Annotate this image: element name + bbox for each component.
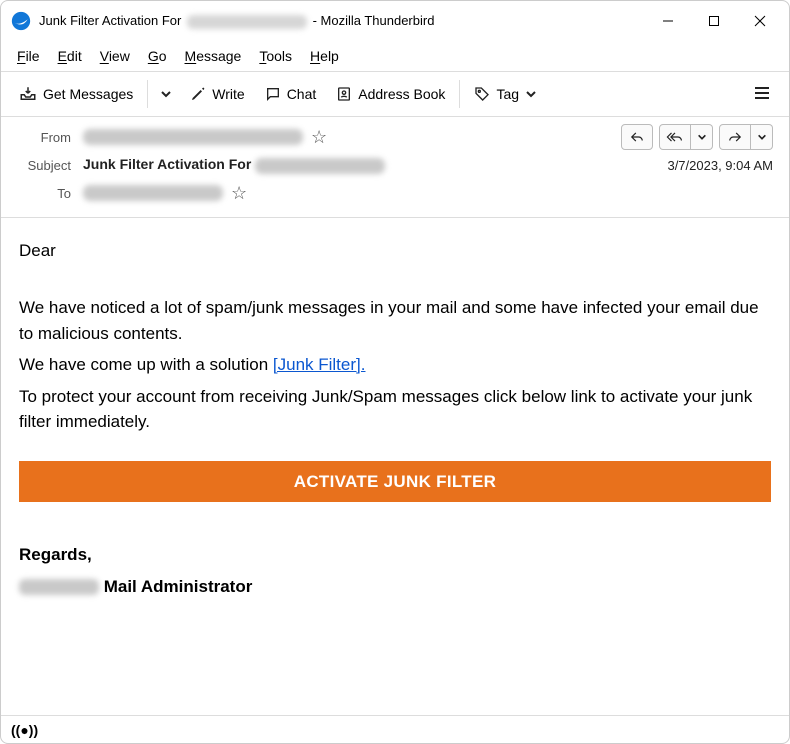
body-greeting: Dear [19, 238, 771, 264]
address-book-icon [336, 86, 352, 102]
write-button[interactable]: Write [182, 82, 252, 106]
forward-group [719, 124, 773, 150]
maximize-button[interactable] [691, 5, 737, 37]
body-paragraph: To protect your account from receiving J… [19, 384, 771, 435]
get-messages-button[interactable]: Get Messages [11, 81, 141, 107]
reply-all-icon [666, 130, 684, 144]
junk-filter-link[interactable]: [Junk Filter]. [273, 355, 366, 374]
subject-prefix: Junk Filter Activation For [83, 156, 255, 172]
chevron-down-icon [160, 88, 172, 100]
signature-suffix: Mail Administrator [99, 577, 252, 596]
get-messages-dropdown[interactable] [154, 84, 178, 104]
regards-text: Regards, [19, 545, 92, 564]
menu-view[interactable]: View [94, 45, 136, 67]
tag-icon [474, 86, 490, 102]
chat-label: Chat [287, 86, 317, 102]
reply-all-button[interactable] [659, 124, 691, 150]
menu-go[interactable]: Go [142, 45, 173, 67]
reply-all-group [659, 124, 713, 150]
window-controls [645, 5, 783, 37]
chevron-down-icon [697, 132, 707, 142]
tag-button[interactable]: Tag [466, 82, 545, 106]
signature-line: Mail Administrator [19, 574, 771, 600]
chat-icon [265, 86, 281, 102]
reply-icon [629, 130, 645, 144]
main-toolbar: Get Messages Write Chat Address Book Tag [1, 71, 789, 117]
menu-file[interactable]: File [11, 45, 46, 67]
separator [459, 80, 460, 108]
menu-help[interactable]: Help [304, 45, 345, 67]
redacted-text [83, 185, 223, 201]
star-icon[interactable]: ☆ [231, 183, 247, 204]
title-bar: Junk Filter Activation For - Mozilla Thu… [1, 1, 789, 41]
reply-all-dropdown[interactable] [691, 124, 713, 150]
inbox-download-icon [19, 85, 37, 103]
redacted-text [255, 158, 385, 174]
address-book-label: Address Book [358, 86, 445, 102]
hamburger-icon [753, 84, 771, 102]
pencil-icon [190, 86, 206, 102]
window-title-suffix: - Mozilla Thunderbird [309, 13, 434, 28]
body-text: We have come up with a solution [19, 355, 273, 374]
subject-row: Subject Junk Filter Activation For 3/7/2… [17, 151, 773, 179]
chat-button[interactable]: Chat [257, 82, 325, 106]
to-value: ☆ [83, 183, 773, 204]
close-button[interactable] [737, 5, 783, 37]
subject-text: Junk Filter Activation For [83, 156, 385, 173]
minimize-button[interactable] [645, 5, 691, 37]
thunderbird-icon [11, 11, 31, 31]
from-row: From ☆ [17, 123, 773, 151]
message-body: Dear We have noticed a lot of spam/junk … [1, 218, 789, 715]
body-paragraph: We have noticed a lot of spam/junk messa… [19, 295, 771, 346]
status-bar: ((●)) [1, 715, 789, 743]
menu-message[interactable]: Message [179, 45, 248, 67]
forward-icon [727, 130, 743, 144]
message-headers: From ☆ Subject Junk Filter Activati [1, 117, 789, 218]
signature: Regards, [19, 542, 771, 568]
reply-button[interactable] [621, 124, 653, 150]
from-value: ☆ [83, 127, 621, 148]
menu-tools[interactable]: Tools [253, 45, 298, 67]
from-label: From [17, 130, 83, 145]
window-title: Junk Filter Activation For - Mozilla Thu… [39, 13, 434, 29]
menu-bar: File Edit View Go Message Tools Help [1, 41, 789, 71]
activate-junk-filter-button[interactable]: ACTIVATE JUNK FILTER [19, 461, 771, 503]
separator [147, 80, 148, 108]
message-actions [621, 124, 773, 150]
address-book-button[interactable]: Address Book [328, 82, 453, 106]
get-messages-label: Get Messages [43, 86, 133, 102]
forward-button[interactable] [719, 124, 751, 150]
redacted-text [19, 579, 99, 595]
write-label: Write [212, 86, 244, 102]
subject-label: Subject [17, 158, 83, 173]
tag-label: Tag [496, 86, 519, 102]
window-title-prefix: Junk Filter Activation For [39, 13, 185, 28]
app-window: Junk Filter Activation For - Mozilla Thu… [0, 0, 790, 744]
star-icon[interactable]: ☆ [311, 127, 327, 148]
to-label: To [17, 186, 83, 201]
menu-edit[interactable]: Edit [52, 45, 88, 67]
body-paragraph: We have come up with a solution [Junk Fi… [19, 352, 771, 378]
redacted-text [83, 129, 303, 145]
chevron-down-icon [757, 132, 767, 142]
to-row: To ☆ [17, 179, 773, 207]
chevron-down-icon [525, 88, 537, 100]
redacted-text [187, 15, 307, 29]
message-date: 3/7/2023, 9:04 AM [667, 158, 773, 173]
subject-value: Junk Filter Activation For [83, 156, 667, 173]
app-menu-button[interactable] [745, 80, 779, 109]
connection-icon[interactable]: ((●)) [11, 722, 38, 738]
forward-dropdown[interactable] [751, 124, 773, 150]
